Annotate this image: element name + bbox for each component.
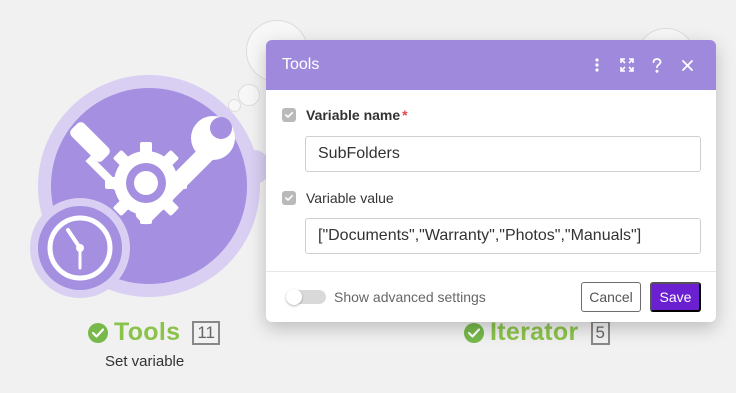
cancel-button[interactable]: Cancel: [581, 282, 641, 312]
required-marker: *: [402, 107, 408, 123]
expand-icon[interactable]: [612, 50, 642, 80]
tools-module-id: 11: [192, 320, 220, 345]
tools-module-subtitle: Set variable: [105, 353, 185, 370]
iterator-module-label: Iterator 5: [464, 318, 611, 347]
variable-name-field-header: Variable name *: [282, 107, 408, 123]
save-button[interactable]: Save: [650, 282, 701, 312]
clock-icon: [47, 215, 113, 281]
module-settings-dialog: Tools Variable name * SubFolders Variabl…: [266, 40, 716, 322]
variable-value-label: Variable value: [306, 190, 394, 206]
help-icon[interactable]: [642, 50, 672, 80]
more-vertical-icon[interactable]: [582, 50, 612, 80]
advanced-settings-label: Show advanced settings: [334, 289, 486, 305]
status-check-icon: [464, 322, 484, 343]
status-check-icon: [88, 322, 108, 343]
dialog-title: Tools: [282, 56, 320, 73]
schedule-badge[interactable]: [38, 206, 122, 290]
variable-name-label: Variable name *: [306, 107, 408, 123]
variable-value-checkbox[interactable]: [282, 191, 296, 205]
toggle-knob: [286, 289, 302, 305]
dialog-header: Tools: [266, 40, 716, 90]
iterator-module-name: Iterator: [490, 318, 579, 346]
close-icon[interactable]: [672, 50, 702, 80]
variable-name-input[interactable]: SubFolders: [305, 136, 701, 172]
variable-value-field-header: Variable value: [282, 190, 394, 206]
tools-module-name: Tools: [114, 318, 181, 346]
variable-name-label-text: Variable name: [306, 107, 401, 123]
footer-divider: [266, 271, 716, 272]
iterator-module-id: 5: [590, 320, 611, 345]
tools-module-label: Tools 11: [88, 318, 220, 347]
advanced-settings-toggle[interactable]: [286, 289, 326, 305]
variable-value-input[interactable]: ["Documents","Warranty","Photos","Manual…: [305, 218, 701, 254]
variable-name-checkbox[interactable]: [282, 108, 296, 122]
